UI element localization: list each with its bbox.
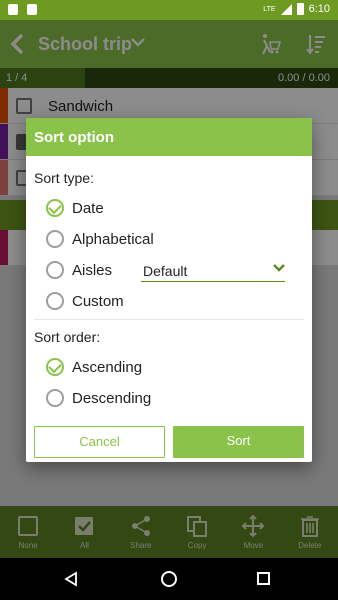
dialog-title: Sort option — [26, 118, 312, 156]
radio-unchecked-icon[interactable] — [46, 261, 64, 279]
sort-type-alphabetical-option[interactable]: Alphabetical — [46, 227, 154, 251]
radio-unchecked-icon[interactable] — [46, 292, 64, 310]
clock: 6:10 — [308, 3, 330, 15]
android-icon — [27, 4, 37, 15]
sort-order-descending-label: Descending — [72, 389, 152, 407]
nav-back-icon[interactable] — [63, 571, 79, 587]
status-bar-right: LTE 6:10 — [263, 3, 330, 15]
signal-icon — [280, 3, 292, 15]
radio-unchecked-icon[interactable] — [46, 230, 64, 248]
aisle-select-value: Default — [143, 263, 188, 279]
lte-label: LTE — [263, 5, 276, 13]
sort-type-aisles-option[interactable]: Aisles — [46, 258, 112, 282]
sort-order-label: Sort order: — [34, 329, 101, 345]
divider — [34, 319, 304, 320]
sort-type-date-label: Date — [72, 199, 104, 217]
sort-button[interactable]: Sort — [173, 426, 304, 458]
cancel-button[interactable]: Cancel — [34, 426, 165, 458]
sort-order-descending-option[interactable]: Descending — [46, 386, 151, 410]
sort-type-alphabetical-label: Alphabetical — [72, 230, 154, 248]
navigation-bar — [0, 558, 338, 600]
sort-type-aisles-label: Aisles — [72, 261, 113, 279]
notification-icon — [8, 4, 18, 15]
sort-order-ascending-label: Ascending — [72, 358, 143, 376]
sort-option-dialog: Sort option Sort type: Date Alphabetical… — [26, 118, 312, 462]
radio-unchecked-icon[interactable] — [46, 389, 64, 407]
battery-icon — [296, 3, 304, 15]
nav-recents-icon[interactable] — [257, 572, 270, 585]
chevron-down-icon — [273, 264, 285, 272]
nav-home-icon[interactable] — [161, 571, 177, 587]
sort-type-label: Sort type: — [34, 170, 94, 186]
status-bar-left — [8, 4, 37, 15]
sort-type-date-option[interactable]: Date — [46, 196, 104, 220]
radio-checked-icon[interactable] — [46, 199, 64, 217]
radio-checked-icon[interactable] — [46, 358, 64, 376]
sort-type-custom-label: Custom — [72, 292, 124, 310]
sort-order-ascending-option[interactable]: Ascending — [46, 355, 142, 379]
status-bar: LTE 6:10 — [0, 0, 338, 20]
aisle-select[interactable]: Default — [141, 258, 285, 282]
sort-type-custom-option[interactable]: Custom — [46, 289, 124, 313]
